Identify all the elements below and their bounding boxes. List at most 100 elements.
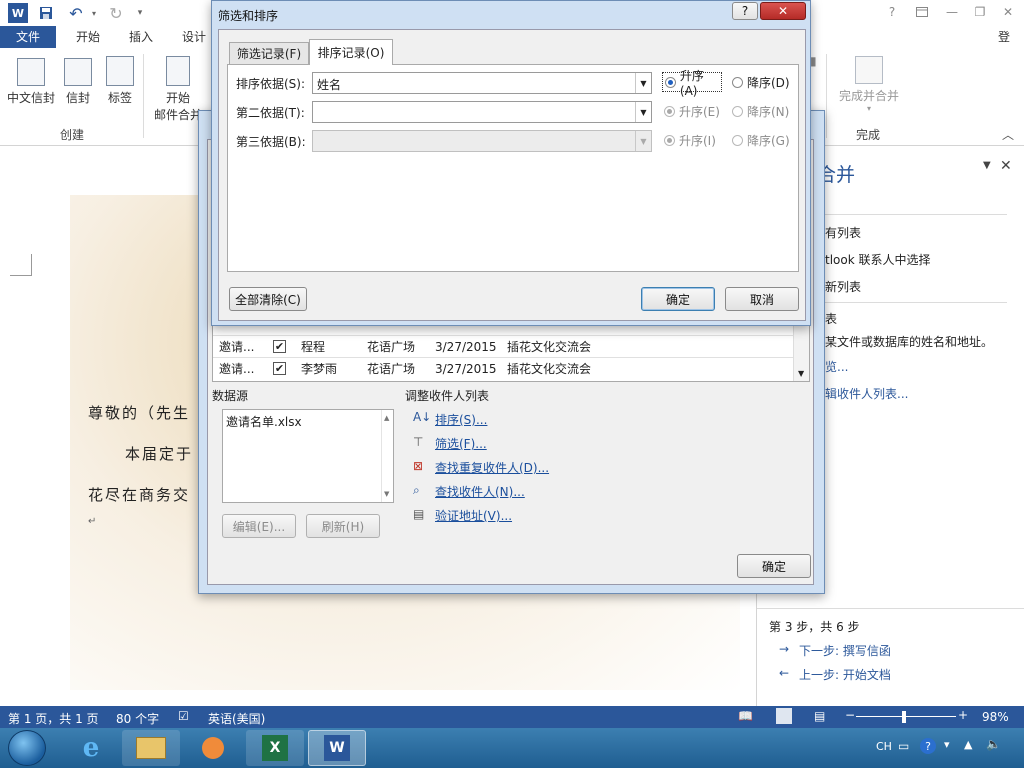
labels-button[interactable]: 标签: [102, 56, 138, 106]
datasource-list[interactable]: 邀请名单.xlsx ▲ ▼: [222, 409, 394, 503]
find-duplicates-link[interactable]: 查找重复收件人(D)...: [435, 459, 549, 476]
close-icon[interactable]: ✕: [996, 2, 1020, 22]
chevron-down-icon[interactable]: ▼: [635, 102, 651, 122]
ascending-radio-3[interactable]: 升序(I): [664, 130, 716, 150]
file-explorer-icon[interactable]: [122, 730, 180, 766]
word-count[interactable]: 80 个字: [116, 710, 159, 727]
tab-home[interactable]: 开始: [68, 26, 108, 48]
option-new-list[interactable]: 新列表: [825, 278, 861, 295]
language-status[interactable]: 英语(美国): [208, 710, 265, 727]
media-player-icon[interactable]: [184, 730, 242, 766]
web-layout-icon[interactable]: ▤: [814, 709, 825, 723]
zoom-in-icon[interactable]: +: [958, 708, 968, 722]
ascending-radio-1[interactable]: 升序(A): [662, 69, 722, 98]
minimize-icon[interactable]: —: [940, 2, 964, 22]
undo-dropdown-icon[interactable]: ▾: [84, 3, 104, 23]
datasource-scrollbar[interactable]: ▲ ▼: [381, 410, 393, 502]
undo-icon[interactable]: ↶: [66, 3, 86, 23]
find-recipient-link[interactable]: 查找收件人(N)...: [435, 483, 525, 500]
doc-text-line[interactable]: 本届定于: [125, 443, 193, 464]
option-existing-list[interactable]: 有列表: [825, 224, 861, 241]
taskbar: e X W CH ▭ ? ▾ ▲ 🔈: [0, 728, 1024, 768]
help-tray-icon[interactable]: ?: [920, 738, 936, 754]
page-count[interactable]: 第 1 页，共 1 页: [8, 710, 99, 727]
tab-design[interactable]: 设计: [174, 26, 214, 48]
chinese-envelope-button[interactable]: 中文信封: [6, 58, 56, 106]
doc-text-line[interactable]: 尊敬的（先生: [88, 402, 190, 423]
next-step-link[interactable]: 下一步: 撰写信函: [799, 642, 891, 659]
scroll-down-icon[interactable]: ▼: [384, 490, 389, 498]
zoom-out-icon[interactable]: −: [845, 708, 855, 722]
ascending-label-1: 升序(A): [679, 68, 704, 98]
zoom-slider-thumb[interactable]: [902, 711, 906, 723]
datasource-file[interactable]: 邀请名单.xlsx: [226, 413, 302, 430]
descending-radio-2[interactable]: 降序(N): [732, 101, 789, 121]
previous-step-link[interactable]: 上一步: 开始文档: [799, 666, 891, 683]
envelope-button[interactable]: 信封: [60, 58, 96, 106]
ribbon-display-icon[interactable]: [910, 2, 934, 22]
scroll-down-icon[interactable]: ▼: [798, 369, 804, 378]
read-mode-icon[interactable]: 📖: [738, 709, 753, 723]
collapse-ribbon-icon[interactable]: ︿: [1002, 126, 1014, 143]
finish-merge-button[interactable]: 完成并合并 ▾: [834, 56, 904, 113]
tab-insert[interactable]: 插入: [121, 26, 161, 48]
second-sort-combo[interactable]: ▼: [312, 101, 652, 123]
row-date: 3/27/2015: [435, 340, 497, 354]
internet-explorer-icon[interactable]: e: [62, 730, 120, 766]
scroll-up-icon[interactable]: ▲: [384, 414, 389, 422]
print-layout-icon[interactable]: [776, 708, 792, 724]
ascending-radio-2[interactable]: 升序(E): [664, 101, 720, 121]
ok-button[interactable]: 确定: [641, 287, 715, 311]
edit-recipient-list-link[interactable]: 辑收件人列表...: [825, 385, 908, 402]
chevron-down-icon[interactable]: ▼: [635, 73, 651, 93]
descending-radio-1[interactable]: 降序(D): [732, 72, 790, 92]
clear-all-button[interactable]: 全部清除(C): [229, 287, 307, 311]
descending-label-1: 降序(D): [747, 75, 790, 90]
pane-options-icon[interactable]: ▼: [983, 160, 991, 171]
cancel-button[interactable]: 取消: [725, 287, 799, 311]
row-checkbox[interactable]: ✔: [273, 340, 286, 353]
tab-filter-records[interactable]: 筛选记录(F): [229, 42, 309, 64]
recipients-ok-button[interactable]: 确定: [737, 554, 811, 578]
doc-text-line[interactable]: 花尽在商务交: [88, 484, 190, 505]
chevron-down-icon[interactable]: ▼: [635, 131, 651, 151]
filter-icon: ⊤: [413, 435, 424, 449]
edit-button[interactable]: 编辑(E)...: [222, 514, 296, 538]
refresh-button[interactable]: 刷新(H): [306, 514, 380, 538]
help-button[interactable]: ?: [880, 2, 904, 22]
word-app-icon[interactable]: W: [8, 3, 28, 23]
tab-file[interactable]: 文件: [0, 26, 56, 48]
excel-icon[interactable]: X: [246, 730, 304, 766]
save-icon[interactable]: [36, 3, 56, 23]
table-row[interactable]: 邀请... ✔ 程程 花语广场 3/27/2015 插花文化交流会: [213, 335, 793, 357]
tray-options-icon[interactable]: ▾: [944, 738, 950, 751]
validate-address-link[interactable]: 验证地址(V)...: [435, 507, 512, 524]
row-checkbox[interactable]: ✔: [273, 362, 286, 375]
tab-sort-records[interactable]: 排序记录(O): [309, 39, 393, 65]
redo-icon[interactable]: ↻: [106, 3, 126, 23]
descending-radio-3[interactable]: 降序(G): [732, 130, 790, 150]
word-icon[interactable]: W: [308, 730, 366, 766]
close-pane-icon[interactable]: ✕: [1000, 158, 1012, 174]
restore-icon[interactable]: ❐: [968, 2, 992, 22]
option-outlook-contacts[interactable]: tlook 联系人中选择: [825, 251, 931, 268]
customize-qat-icon[interactable]: ▾: [130, 3, 150, 23]
sort-link[interactable]: 排序(S)...: [435, 411, 487, 428]
browse-link[interactable]: 览...: [825, 358, 848, 375]
table-row[interactable]: 邀请... ✔ 李梦雨 花语广场 3/27/2015 插花文化交流会: [213, 357, 793, 379]
zoom-slider[interactable]: [856, 716, 956, 717]
login-link[interactable]: 登录: [990, 26, 1024, 66]
radio-icon: [732, 134, 743, 146]
proofing-icon[interactable]: ☑: [178, 709, 189, 723]
filter-link[interactable]: 筛选(F)...: [435, 435, 487, 452]
dialog-help-button[interactable]: ?: [732, 2, 758, 20]
dialog-close-button[interactable]: ✕: [760, 2, 806, 20]
zoom-level[interactable]: 98%: [982, 710, 1009, 724]
keyboard-icon[interactable]: ▭: [898, 739, 909, 753]
volume-icon[interactable]: 🔈: [986, 737, 1001, 751]
third-sort-combo[interactable]: ▼: [312, 130, 652, 152]
sort-by-combo[interactable]: 姓名 ▼: [312, 72, 652, 94]
show-hidden-icons[interactable]: ▲: [964, 738, 972, 751]
input-language[interactable]: CH: [876, 740, 892, 753]
start-button[interactable]: [8, 730, 46, 766]
